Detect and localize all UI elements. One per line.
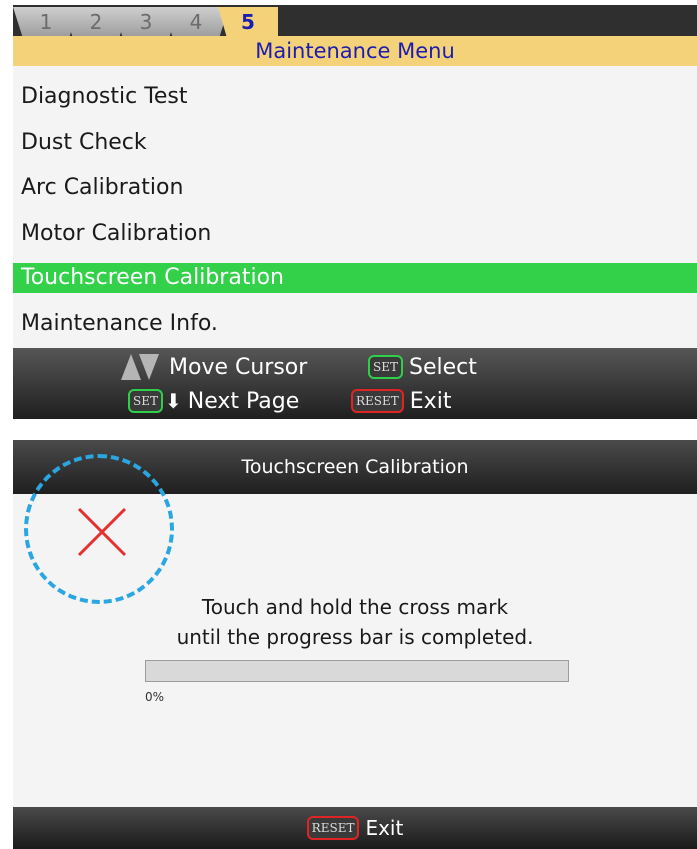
select-hint: SET Select — [368, 352, 477, 382]
set-key-icon[interactable]: SET — [128, 389, 163, 413]
menu-item-arc-calibration[interactable]: Arc Calibration — [13, 165, 697, 211]
down-arrow-icon — [139, 354, 159, 380]
move-cursor-hint: Move Cursor — [121, 352, 307, 382]
calibration-footer: RESET Exit — [13, 807, 697, 849]
menu-item-diagnostic-test[interactable]: Diagnostic Test — [13, 74, 697, 120]
progress-bar — [145, 660, 569, 682]
exit-label: Exit — [409, 388, 452, 414]
calibration-instructions: Touch and hold the cross mark until the … — [13, 592, 697, 652]
reset-key-icon[interactable]: RESET — [306, 816, 360, 840]
down-arrow-small-icon: ⬇ — [164, 389, 182, 413]
maintenance-menu-screen: 1 2 3 4 5 Maintenance Menu Diagnostic Te… — [13, 5, 697, 419]
menu-item-maintenance-info[interactable]: Maintenance Info. — [13, 301, 697, 347]
reset-key-icon[interactable]: RESET — [351, 389, 404, 413]
tab-5[interactable]: 5 — [218, 7, 278, 36]
up-arrow-icon — [121, 354, 141, 380]
tab-bar: 1 2 3 4 5 — [13, 5, 697, 36]
next-page-hint: SET ⬇ Next Page — [128, 386, 299, 416]
menu-list: Diagnostic Test Dust Check Arc Calibrati… — [13, 74, 697, 347]
next-page-label: Next Page — [187, 388, 300, 414]
set-key-icon[interactable]: SET — [368, 355, 403, 379]
exit-hint: RESET Exit — [351, 386, 451, 416]
menu-footer: Move Cursor SET Select SET ⬇ Next Page R… — [13, 348, 697, 419]
menu-item-motor-calibration[interactable]: Motor Calibration — [13, 211, 697, 257]
menu-item-dust-check[interactable]: Dust Check — [13, 120, 697, 166]
instruction-line-1: Touch and hold the cross mark — [201, 595, 509, 619]
up-down-arrows[interactable] — [121, 354, 159, 380]
menu-title: Maintenance Menu — [13, 36, 697, 66]
cross-mark-icon[interactable] — [75, 505, 129, 559]
exit-label: Exit — [365, 816, 404, 840]
progress-percent: 0% — [145, 690, 165, 704]
tab-4[interactable]: 4 — [163, 7, 229, 36]
instruction-line-2: until the progress bar is completed. — [176, 625, 534, 649]
menu-item-touchscreen-calibration[interactable]: Touchscreen Calibration — [13, 263, 697, 294]
select-label: Select — [408, 354, 477, 380]
touchscreen-calibration-screen: Touchscreen Calibration Touch and hold t… — [13, 440, 697, 849]
move-cursor-label: Move Cursor — [169, 354, 308, 380]
